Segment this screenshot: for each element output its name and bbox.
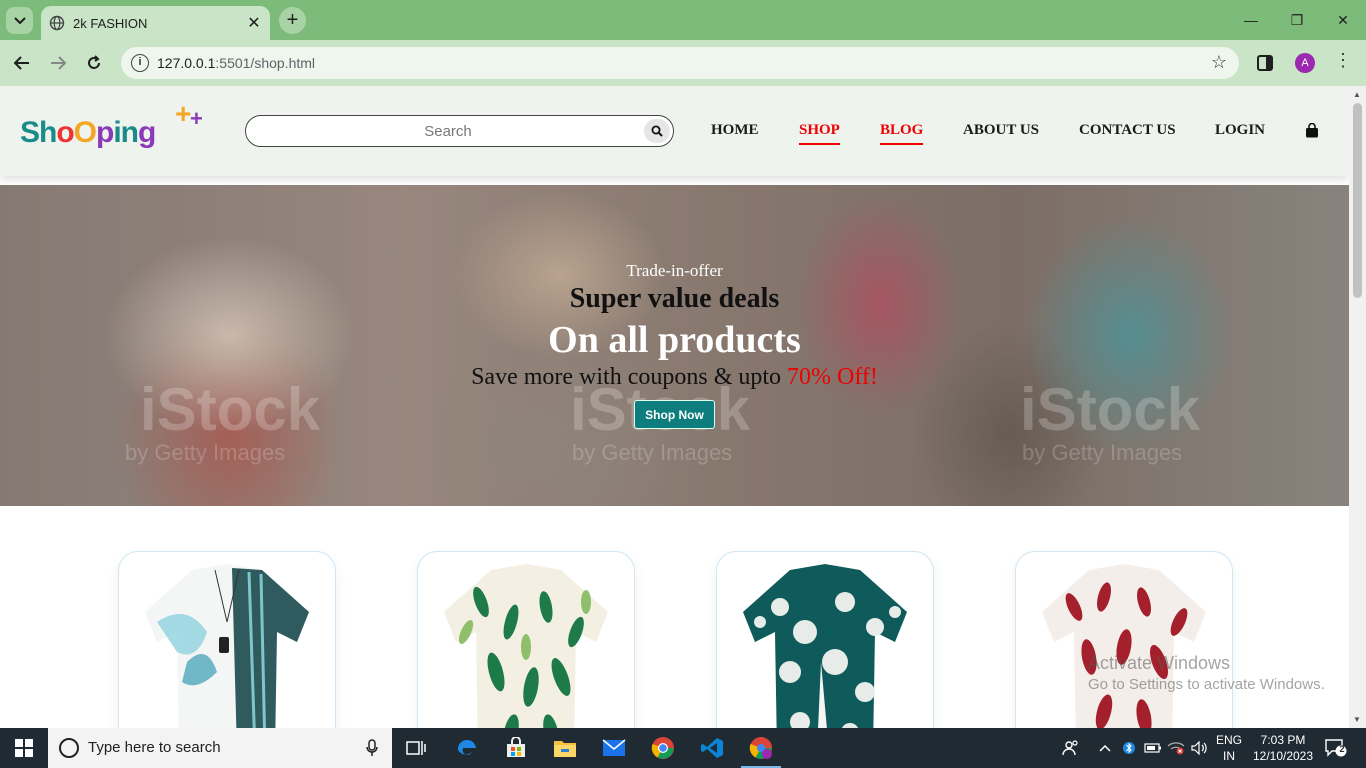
nav-blog[interactable]: BLOG bbox=[880, 122, 924, 145]
nav-shop[interactable]: SHOP bbox=[799, 122, 840, 145]
page-scrollbar[interactable]: ▲ ▼ bbox=[1349, 86, 1366, 728]
search-icon bbox=[651, 125, 663, 137]
product-card[interactable] bbox=[1015, 551, 1233, 728]
site-search bbox=[245, 115, 674, 147]
site-logo[interactable]: ShoOping + + bbox=[20, 98, 220, 160]
globe-icon bbox=[49, 15, 65, 31]
nav-home[interactable]: HOME bbox=[711, 122, 759, 139]
scroll-up-icon[interactable]: ▲ bbox=[1353, 90, 1361, 99]
watermark: by Getty Images bbox=[125, 440, 286, 465]
shop-now-button[interactable]: Shop Now bbox=[634, 400, 715, 429]
scrollbar-thumb[interactable] bbox=[1353, 103, 1362, 298]
reload-icon bbox=[88, 55, 100, 69]
nav-blog-label: BLOG bbox=[880, 122, 924, 138]
edge-icon[interactable] bbox=[453, 734, 481, 762]
browser-tab-bar: 2k FASHION ✕ + — ❐ ✕ bbox=[0, 0, 1366, 40]
product-card[interactable] bbox=[118, 551, 336, 728]
url-host: 127.0.0.1 bbox=[157, 55, 216, 71]
language-region: IN bbox=[1223, 749, 1235, 763]
hero-tagline-prefix: Save more with coupons & upto bbox=[471, 364, 788, 390]
arrow-left-icon bbox=[14, 56, 29, 70]
search-circle-icon bbox=[59, 738, 79, 758]
clock-date: 12/10/2023 bbox=[1252, 749, 1314, 763]
logo-plus-icon: + bbox=[175, 98, 192, 129]
activate-title: Activate Windows bbox=[1088, 653, 1231, 673]
taskbar-search-placeholder: Type here to search bbox=[88, 739, 221, 756]
vscode-icon[interactable] bbox=[698, 734, 726, 762]
reload-button[interactable] bbox=[80, 49, 108, 77]
new-tab-button[interactable]: + bbox=[279, 7, 306, 34]
url-text: 127.0.0.1:5501/shop.html bbox=[157, 55, 315, 71]
side-panel-icon[interactable] bbox=[1256, 54, 1274, 72]
hero-kicker: Trade-in-offer bbox=[626, 261, 723, 280]
notification-count: 2 bbox=[1339, 744, 1345, 754]
browser-menu-icon[interactable]: ⋮ bbox=[1334, 50, 1352, 71]
window-close-button[interactable]: ✕ bbox=[1328, 8, 1358, 32]
store-icon[interactable] bbox=[502, 734, 530, 762]
logo-plus-icon: + bbox=[190, 106, 203, 131]
chrome-profile-icon[interactable] bbox=[747, 734, 775, 762]
tab-title: 2k FASHION bbox=[73, 15, 148, 31]
volume-icon[interactable] bbox=[1186, 734, 1214, 762]
microphone-icon[interactable] bbox=[366, 739, 378, 757]
tab-close-icon[interactable]: ✕ bbox=[244, 13, 264, 33]
url-path: :5501/shop.html bbox=[215, 55, 316, 71]
chevron-down-icon bbox=[13, 16, 26, 24]
restore-button[interactable]: ❐ bbox=[1282, 8, 1312, 32]
active-underline bbox=[799, 143, 840, 145]
tab-search-button[interactable] bbox=[6, 7, 33, 34]
product-card[interactable] bbox=[716, 551, 934, 728]
product-image bbox=[1042, 564, 1206, 728]
address-toolbar: i 127.0.0.1:5501/shop.html ☆ A ⋮ bbox=[0, 40, 1366, 86]
hero-offer: 70% Off! bbox=[787, 364, 878, 390]
chrome-icon[interactable] bbox=[649, 734, 677, 762]
search-button[interactable] bbox=[644, 119, 670, 143]
forward-button[interactable] bbox=[44, 49, 72, 77]
site-info-icon[interactable]: i bbox=[131, 54, 149, 72]
nav-login[interactable]: LOGIN bbox=[1215, 122, 1265, 139]
profile-avatar[interactable]: A bbox=[1295, 53, 1315, 73]
activate-subtitle: Go to Settings to activate Windows. bbox=[1088, 676, 1325, 693]
watermark: by Getty Images bbox=[572, 440, 733, 465]
taskbar-search[interactable]: Type here to search bbox=[48, 728, 392, 768]
back-button[interactable] bbox=[8, 49, 36, 77]
windows-logo-icon bbox=[15, 739, 33, 757]
minimize-button[interactable]: — bbox=[1236, 8, 1266, 32]
nav-about[interactable]: ABOUT US bbox=[963, 122, 1039, 139]
active-underline bbox=[880, 143, 924, 145]
browser-tab[interactable]: 2k FASHION ✕ bbox=[41, 6, 270, 40]
activate-windows-watermark: Activate Windows Go to Settings to activ… bbox=[1088, 652, 1325, 696]
site-header: ShoOping + + HOME SHOP BLOG ABOUT US CON… bbox=[0, 86, 1349, 176]
system-clock[interactable]: 7:03 PM 12/10/2023 bbox=[1248, 732, 1318, 764]
product-image bbox=[444, 564, 608, 728]
url-bar[interactable]: i 127.0.0.1:5501/shop.html ☆ bbox=[121, 47, 1239, 79]
hero-tagline: Save more with coupons & upto 70% Off! bbox=[0, 364, 1349, 391]
hero-subheadline: On all products bbox=[548, 319, 801, 361]
nav-shop-label: SHOP bbox=[799, 122, 840, 138]
start-button[interactable] bbox=[0, 728, 48, 768]
page-viewport: ShoOping + + HOME SHOP BLOG ABOUT US CON… bbox=[0, 86, 1366, 728]
product-image bbox=[145, 564, 309, 728]
clock-time: 7:03 PM bbox=[1260, 733, 1306, 747]
shopping-bag-icon[interactable] bbox=[1305, 123, 1319, 138]
notification-center-button[interactable]: 2 bbox=[1325, 738, 1347, 763]
windows-taskbar: Type here to search ENG IN 7:03 PM 12/10… bbox=[0, 728, 1366, 768]
search-input[interactable] bbox=[258, 120, 638, 142]
logo-wordmark: ShoOping bbox=[20, 116, 156, 149]
hero-banner: iStock by Getty Images iStock by Getty I… bbox=[0, 185, 1349, 506]
product-image bbox=[743, 564, 907, 728]
language-code: ENG bbox=[1216, 733, 1243, 747]
bookmark-star-icon[interactable]: ☆ bbox=[1211, 52, 1227, 73]
arrow-right-icon bbox=[51, 56, 66, 70]
product-card[interactable] bbox=[417, 551, 635, 728]
file-explorer-icon[interactable] bbox=[551, 734, 579, 762]
nav-contact[interactable]: CONTACT US bbox=[1079, 122, 1176, 139]
scroll-down-icon[interactable]: ▼ bbox=[1353, 715, 1361, 724]
hero-headline: Super value deals bbox=[569, 283, 780, 314]
language-indicator[interactable]: ENG IN bbox=[1216, 732, 1242, 764]
people-icon[interactable] bbox=[1057, 734, 1085, 762]
watermark: by Getty Images bbox=[1022, 440, 1183, 465]
task-view-icon[interactable] bbox=[402, 734, 430, 762]
mail-icon[interactable] bbox=[600, 734, 628, 762]
